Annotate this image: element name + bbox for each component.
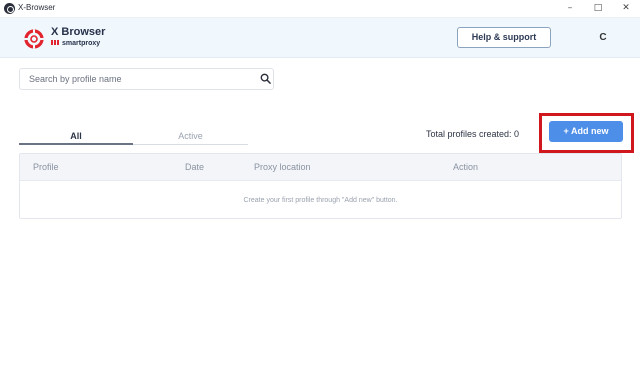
search-box	[19, 68, 274, 90]
window-titlebar: X-Browser – □ ✕	[0, 0, 640, 18]
search-input[interactable]	[20, 69, 250, 89]
xbrowser-app-icon	[4, 3, 15, 14]
brand-subtitle: smartproxy	[51, 40, 100, 47]
brand-name: X Browser	[51, 26, 106, 38]
search-icon[interactable]	[260, 73, 271, 84]
tab-active[interactable]: Active	[133, 129, 248, 145]
maximize-icon[interactable]: □	[591, 2, 605, 14]
add-new-button[interactable]: + Add new	[549, 121, 623, 142]
empty-table-message: Create your first profile through "Add n…	[243, 197, 398, 204]
user-avatar[interactable]: C	[593, 28, 613, 48]
total-profiles-count: Total profiles created: 0	[426, 129, 520, 139]
help-support-button[interactable]: Help & support	[457, 27, 551, 48]
column-header-proxy-location[interactable]: Proxy location	[254, 162, 311, 172]
window-title: X-Browser	[18, 3, 56, 12]
close-icon[interactable]: ✕	[619, 2, 633, 14]
minimize-icon[interactable]: –	[563, 2, 577, 14]
column-header-date[interactable]: Date	[185, 162, 204, 172]
column-header-action: Action	[453, 162, 479, 172]
app-header: X Browser smartproxy Help & support C	[0, 18, 640, 58]
table-header: Profile Date Proxy location Action	[20, 154, 621, 181]
brand-subtitle-text: smartproxy	[62, 40, 101, 47]
profiles-table: Profile Date Proxy location Action Creat…	[19, 153, 622, 219]
tab-all[interactable]: All	[19, 129, 133, 145]
smartproxy-dots-icon	[51, 40, 60, 45]
column-header-profile[interactable]: Profile	[33, 162, 59, 172]
lifebuoy-logo-icon	[24, 29, 44, 49]
